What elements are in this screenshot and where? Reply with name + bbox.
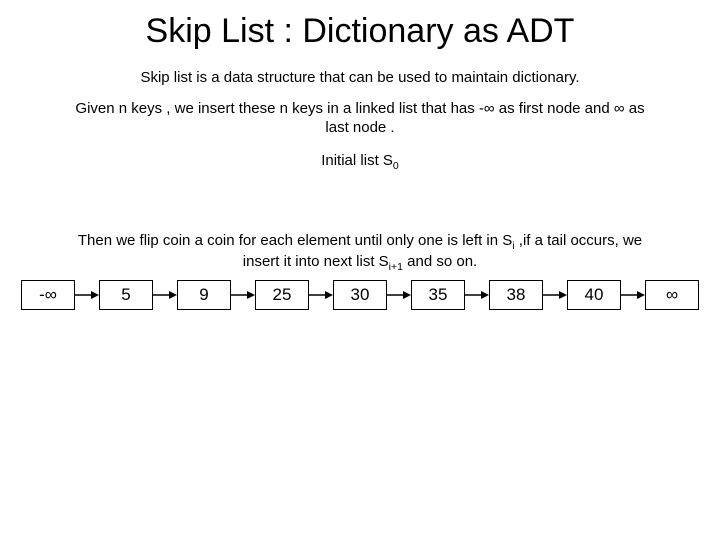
linked-list-row: -∞ 59 25 30 35 38 40 ∞ — [0, 280, 720, 310]
coin-flip-desc: Then we flip coin a coin for each elemen… — [18, 232, 702, 274]
arrow-icon — [621, 289, 645, 301]
list-node: 25 — [255, 280, 309, 310]
arrow-icon — [543, 289, 567, 301]
list-node: ∞ — [645, 280, 699, 310]
arrow-icon — [75, 289, 99, 301]
arrow-icon — [387, 289, 411, 301]
description-1: Given n keys , we insert these n keys in… — [18, 100, 702, 138]
desc1-line2: last node . — [325, 119, 394, 136]
list-node: 40 — [567, 280, 621, 310]
subtitle-text: Skip list is a data structure that can b… — [0, 69, 720, 86]
arrow-icon — [153, 289, 177, 301]
flip-sub2: i+1 — [389, 261, 403, 273]
initlist-text: Initial list S — [321, 152, 393, 169]
list-node: 38 — [489, 280, 543, 310]
flip-d: and so on. — [403, 253, 477, 270]
flip-a: Then we flip coin a coin for each elemen… — [78, 232, 512, 249]
list-node: 35 — [411, 280, 465, 310]
arrow-icon — [231, 289, 255, 301]
desc1-line1: Given n keys , we insert these n keys in… — [75, 100, 644, 117]
arrow-icon — [309, 289, 333, 301]
list-node: 30 — [333, 280, 387, 310]
initial-list-label: Initial list S0 — [0, 152, 720, 172]
flip-c: insert it into next list S — [243, 253, 389, 270]
list-node: 5 — [99, 280, 153, 310]
flip-b: ,if a tail occurs, we — [515, 232, 643, 249]
slide-title: Skip List : Dictionary as ADT — [0, 12, 720, 51]
initlist-sub: 0 — [393, 160, 399, 172]
list-node: 9 — [177, 280, 231, 310]
list-node: -∞ — [21, 280, 75, 310]
arrow-icon — [465, 289, 489, 301]
